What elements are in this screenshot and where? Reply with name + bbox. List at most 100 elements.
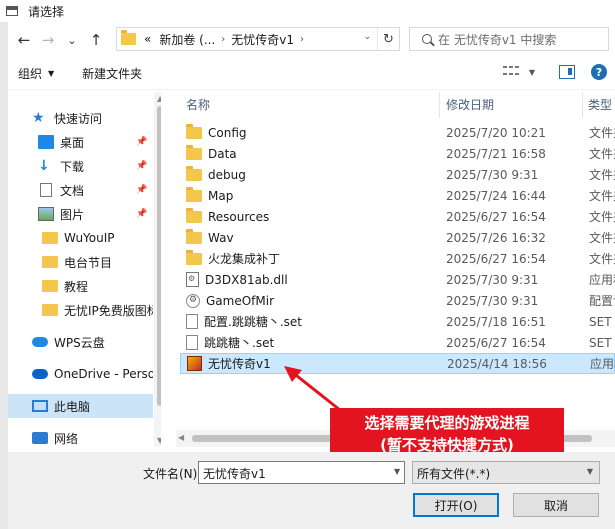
file-name: Map	[208, 188, 234, 203]
search-placeholder: 在 无忧传奇v1 中搜索	[438, 32, 557, 47]
download-icon: ↓	[38, 158, 50, 174]
up-button[interactable]: ↑	[84, 28, 108, 52]
file-type: 配置设置	[589, 294, 615, 308]
sidebar-item-wuyouip-icons[interactable]: 无忧IP免费版图标	[42, 298, 153, 322]
folder-icon	[186, 228, 202, 244]
file-row[interactable]: Wav 2025/7/26 16:32 文件夹	[180, 227, 615, 248]
filetype-select[interactable]: 所有文件(*.*) ▼	[412, 461, 600, 484]
column-header-row: ⌃ 名称 修改日期 类型	[176, 92, 615, 118]
file-row[interactable]: 无忧传奇v12025/4/14 18:56应用程序	[180, 353, 615, 374]
sidebar-item-this-pc[interactable]: 此电脑	[8, 394, 153, 418]
scroll-left-icon[interactable]: ◀	[178, 433, 184, 442]
column-header-name[interactable]: 名称	[186, 96, 210, 113]
filename-input[interactable]: 无忧传奇v1	[198, 461, 405, 484]
pin-icon[interactable]: 📌	[136, 137, 147, 147]
folder-icon	[186, 165, 202, 181]
folder-icon	[42, 232, 58, 244]
pin-icon[interactable]: 📌	[136, 209, 147, 219]
file-type: 文件夹	[589, 147, 615, 161]
column-divider[interactable]	[582, 92, 583, 118]
window-title: 请选择	[28, 4, 65, 19]
preview-pane-icon[interactable]	[559, 65, 575, 79]
file-row[interactable]: 火龙集成补丁 2025/6/27 16:54 文件夹	[180, 248, 615, 269]
dialog-footer: 文件名(N): 无忧传奇v1 ▼ 所有文件(*.*) ▼ 打开(O) 取消	[8, 452, 615, 529]
sidebar-item-downloads[interactable]: ↓ 下载 📌	[38, 154, 153, 178]
sidebar-item-tutorials[interactable]: 教程	[42, 274, 153, 298]
search-box[interactable]: 在 无忧传奇v1 中搜索	[409, 27, 609, 51]
sidebar-item-label: OneDrive - Personal	[54, 367, 153, 381]
breadcrumb-current-folder[interactable]: 无忧传奇v1	[227, 31, 298, 48]
filename-dropdown-icon[interactable]: ▼	[394, 467, 400, 476]
column-divider[interactable]	[439, 92, 440, 118]
scrollbar-thumb[interactable]	[157, 106, 161, 406]
file-row[interactable]: GameOfMir 2025/7/30 9:31 配置设置	[180, 290, 615, 311]
file-date: 2025/7/30 9:31	[446, 167, 539, 182]
file-row[interactable]: Data 2025/7/21 16:58 文件夹	[180, 143, 615, 164]
column-header-date[interactable]: 修改日期	[446, 96, 494, 113]
pin-icon[interactable]: 📌	[136, 161, 147, 171]
address-dropdown-icon[interactable]: ⌄	[363, 32, 371, 42]
sidebar-item-wps-cloud[interactable]: WPS云盘	[32, 330, 153, 354]
file-row[interactable]: Resources 2025/6/27 16:54 文件夹	[180, 206, 615, 227]
config-icon	[186, 293, 200, 308]
network-icon	[32, 432, 48, 444]
open-button[interactable]: 打开(O)	[413, 493, 499, 517]
file-row[interactable]: 跳跳糖丶.set 2025/6/27 16:54 SET 文件	[180, 332, 615, 353]
file-type: SET 文件	[589, 315, 615, 329]
file-row[interactable]: Config 2025/7/20 10:21 文件夹	[180, 122, 615, 143]
file-date: 2025/7/30 9:31	[446, 293, 539, 308]
sidebar-item-desktop[interactable]: 桌面 📌	[38, 130, 153, 154]
refresh-button[interactable]: ↻	[377, 28, 399, 50]
sidebar-item-documents[interactable]: 文档 📌	[38, 178, 153, 202]
file-name: 跳跳糖丶.set	[204, 336, 275, 350]
sidebar-item-network[interactable]: 网络	[32, 426, 153, 447]
breadcrumb-overflow[interactable]: «	[136, 32, 155, 46]
sidebar-item-label: WPS云盘	[54, 335, 105, 350]
pin-icon[interactable]: 📌	[136, 185, 147, 195]
folder-icon	[186, 249, 202, 265]
file-name: Resources	[208, 209, 270, 224]
sidebar-scrollbar[interactable]: ▲ ▼	[154, 92, 161, 447]
address-bar[interactable]: « 新加卷 (... › 无忧传奇v1 › ⌄ ↻	[116, 27, 400, 51]
organize-menu-button[interactable]: 组织 ▼	[8, 62, 64, 86]
file-date: 2025/6/27 16:54	[446, 209, 546, 224]
file-icon	[186, 314, 198, 329]
chevron-down-icon: ▼	[48, 69, 55, 78]
navigation-bar: ← → ⌄ ↑ « 新加卷 (... › 无忧传奇v1 › ⌄ ↻ 在 无忧传奇…	[8, 24, 615, 56]
title-bar: 请选择	[0, 0, 615, 22]
sidebar-item-quick-access[interactable]: ★ 快速访问	[32, 106, 153, 130]
new-folder-button[interactable]: 新建文件夹	[72, 62, 152, 86]
file-name: Config	[208, 125, 247, 140]
scroll-down-icon[interactable]: ▼	[157, 436, 161, 445]
sidebar-item-label: 下载	[60, 159, 85, 174]
folder-icon	[186, 186, 202, 202]
breadcrumb-separator[interactable]: ›	[219, 34, 227, 45]
filetype-value: 所有文件(*.*)	[417, 467, 491, 481]
breadcrumb-separator[interactable]: ›	[298, 34, 306, 45]
sidebar-item-radio-shows[interactable]: 电台节目	[42, 250, 153, 274]
background-window-edge	[0, 22, 8, 529]
file-row[interactable]: debug 2025/7/30 9:31 文件夹	[180, 164, 615, 185]
view-options-icon[interactable]	[502, 66, 519, 78]
breadcrumb-drive[interactable]: 新加卷 (...	[155, 31, 219, 48]
file-row[interactable]: Map 2025/7/24 16:44 文件夹	[180, 185, 615, 206]
command-toolbar: 组织 ▼ 新建文件夹 ▼ ?	[8, 58, 615, 90]
sidebar-item-wuyouip[interactable]: WuYouIP	[42, 226, 153, 250]
scroll-up-icon[interactable]: ▲	[157, 94, 161, 103]
file-row[interactable]: D3DX81ab.dll 2025/7/30 9:31 应用程序扩展	[180, 269, 615, 290]
cancel-button[interactable]: 取消	[513, 493, 599, 517]
file-name: D3DX81ab.dll	[205, 272, 288, 287]
column-header-type[interactable]: 类型	[588, 96, 612, 113]
view-dropdown-icon[interactable]: ▼	[529, 68, 535, 77]
exe-icon	[187, 356, 202, 371]
sidebar-item-onedrive[interactable]: OneDrive - Personal	[32, 362, 153, 386]
forward-button[interactable]: →	[36, 28, 60, 52]
sidebar-item-pictures[interactable]: 图片 📌	[38, 202, 153, 226]
folder-icon	[186, 123, 202, 139]
file-row[interactable]: 配置.跳跳糖丶.set 2025/7/18 16:51 SET 文件	[180, 311, 615, 332]
sidebar-item-label: 网络	[54, 431, 79, 446]
recent-locations-dropdown[interactable]: ⌄	[60, 28, 84, 52]
help-icon[interactable]: ?	[591, 64, 607, 80]
back-button[interactable]: ←	[12, 28, 36, 52]
sidebar-item-label: 电台节目	[64, 255, 113, 270]
